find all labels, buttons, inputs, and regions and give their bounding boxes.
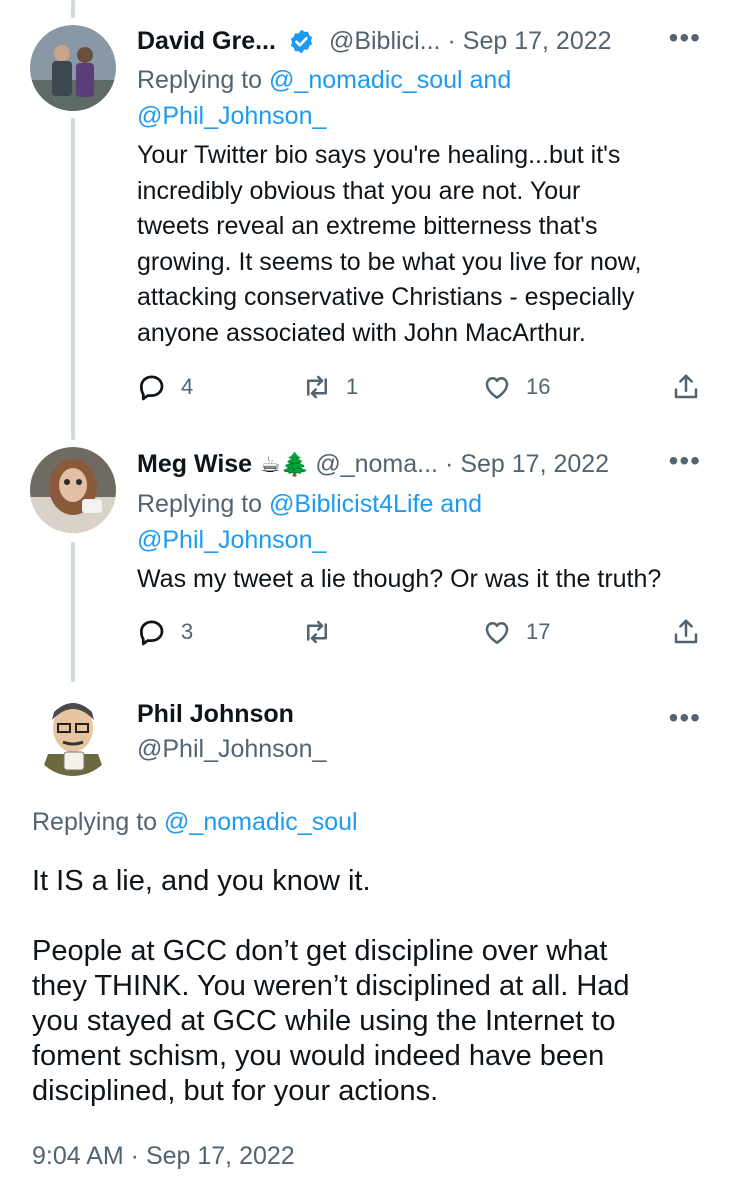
retweet-icon: [307, 375, 327, 399]
share-icon: [674, 374, 698, 399]
reply-mention-2[interactable]: @Phil_Johnson_: [137, 526, 326, 554]
more-options-icon[interactable]: •••: [669, 22, 701, 54]
tweet-text: Your Twitter bio says you're healing...b…: [137, 141, 642, 347]
tweet-text: It IS a lie, and you know it. People at …: [32, 865, 630, 1107]
reply-button[interactable]: 3: [137, 617, 193, 647]
share-button[interactable]: [671, 617, 701, 647]
more-options-icon[interactable]: •••: [669, 445, 701, 477]
retweet-button[interactable]: 1: [302, 372, 358, 402]
avatar-phil[interactable]: [30, 690, 116, 776]
author-name[interactable]: Phil Johnson: [137, 700, 294, 729]
avatar-david[interactable]: [30, 25, 116, 111]
replying-to: Replying to @_nomadic_soul: [32, 808, 358, 837]
reply-button[interactable]: 4: [137, 372, 193, 402]
reply-count: 3: [181, 619, 194, 644]
retweet-icon: [307, 620, 327, 644]
separator-dot: ·: [447, 26, 456, 55]
tweet-header: Meg Wise ☕🌲 @_noma... · Sep 17, 2022 •••: [137, 445, 701, 481]
retweet-button[interactable]: [302, 617, 346, 647]
author-name[interactable]: David Gre...: [137, 27, 276, 56]
reply-mention[interactable]: @_nomadic_soul: [164, 808, 358, 836]
tweet-date[interactable]: Sep 17, 2022: [460, 450, 609, 479]
reply-count: 4: [181, 374, 194, 399]
tweet-date[interactable]: Sep 17, 2022: [463, 27, 612, 56]
verified-badge-icon: [288, 28, 315, 55]
heart-icon: [485, 622, 509, 644]
name-emoji: ☕🌲: [260, 450, 310, 477]
tweet-timestamp[interactable]: 9:04 AM · Sep 17, 2022: [32, 1142, 295, 1171]
share-button[interactable]: [671, 372, 701, 402]
like-button[interactable]: 16: [482, 372, 550, 402]
like-count: 17: [526, 619, 551, 644]
author-handle[interactable]: @Biblici...: [329, 27, 441, 56]
replying-to-label: Replying to: [32, 808, 158, 836]
replying-to-label: Replying to: [137, 490, 263, 518]
reply-icon: [140, 620, 164, 646]
reply-mention-1[interactable]: @_nomadic_soul and: [269, 66, 511, 94]
reply-icon: [140, 375, 164, 401]
reply-mention-1[interactable]: @Biblicist4Life and: [269, 490, 482, 518]
retweet-count: 1: [346, 374, 359, 399]
tweet-header: David Gre... @Biblici... · Sep 17, 2022 …: [137, 22, 701, 58]
replying-to-label: Replying to: [137, 66, 263, 94]
author-handle[interactable]: @Phil_Johnson_: [137, 735, 326, 764]
more-options-icon[interactable]: •••: [669, 702, 701, 734]
thread-line-2: [71, 542, 75, 682]
heart-icon: [485, 377, 509, 399]
tweet-text: Was my tweet a lie though? Or was it the…: [137, 565, 662, 593]
share-icon: [674, 619, 698, 644]
author-handle[interactable]: @_noma...: [315, 450, 438, 479]
reply-mention-2[interactable]: @Phil_Johnson_: [137, 102, 326, 130]
thread-line-top: [71, 0, 75, 18]
replying-to: Replying to @Biblicist4Life and @Phil_Jo…: [137, 486, 482, 558]
avatar-meg[interactable]: [30, 447, 116, 533]
author-name[interactable]: Meg Wise: [137, 450, 252, 479]
like-count: 16: [526, 374, 551, 399]
thread-line-1: [71, 118, 75, 440]
tweet-actions: 3 17: [137, 617, 701, 653]
tweet-actions: 4 1 16: [137, 372, 701, 408]
separator-dot: ·: [445, 449, 454, 478]
like-button[interactable]: 17: [482, 617, 550, 647]
replying-to: Replying to @_nomadic_soul and @Phil_Joh…: [137, 62, 511, 134]
